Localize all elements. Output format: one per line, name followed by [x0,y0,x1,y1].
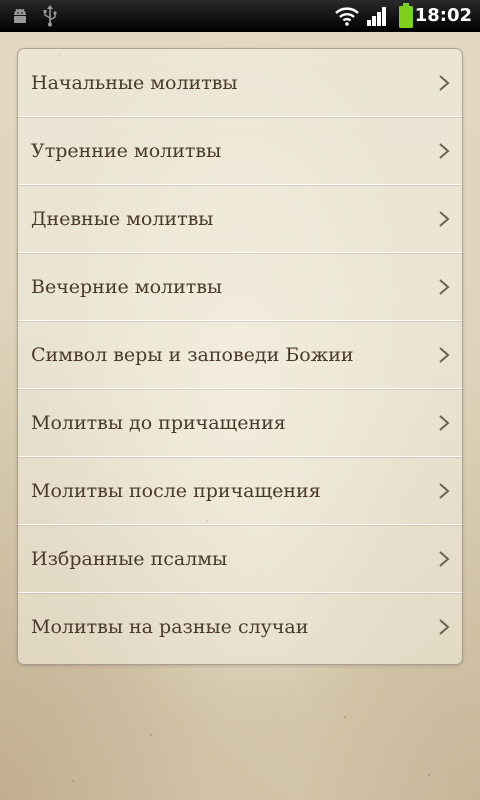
menu-item-label: Начальные молитвы [31,71,238,94]
menu-item-day-prayers[interactable]: Дневные молитвы [18,185,462,253]
menu-item-initial-prayers[interactable]: Начальные молитвы [18,49,462,117]
menu-item-various-occasions[interactable]: Молитвы на разные случаи [18,593,462,660]
menu-item-evening-prayers[interactable]: Вечерние молитвы [18,253,462,321]
chevron-right-icon [439,482,450,499]
prayer-menu-list: Начальные молитвы Утренние молитвы Дневн… [17,48,463,665]
paper-speck [72,780,74,782]
chevron-right-icon [439,74,450,91]
paper-speck [344,716,346,718]
menu-item-label: Молитвы до причащения [31,411,286,434]
chevron-right-icon [439,414,450,431]
menu-item-morning-prayers[interactable]: Утренние молитвы [18,117,462,185]
menu-item-after-communion[interactable]: Молитвы после причащения [18,457,462,525]
chevron-right-icon [439,210,450,227]
menu-item-label: Молитвы после причащения [31,479,321,502]
status-clock: 18:02 [414,5,472,26]
wifi-icon [335,7,359,26]
menu-item-creed-commandments[interactable]: Символ веры и заповеди Божии [18,321,462,389]
battery-icon [399,3,413,28]
usb-icon [43,5,57,27]
menu-item-label: Дневные молитвы [31,207,214,230]
menu-item-label: Вечерние молитвы [31,275,223,298]
chevron-right-icon [439,142,450,159]
chevron-right-icon [439,346,450,363]
menu-item-before-communion[interactable]: Молитвы до причащения [18,389,462,457]
android-debug-icon [14,8,26,23]
chevron-right-icon [439,278,450,295]
menu-item-label: Утренние молитвы [31,139,222,162]
paper-speck [150,734,152,736]
paper-speck [428,774,430,776]
menu-item-label: Символ веры и заповеди Божии [31,343,354,366]
menu-item-label: Избранные псалмы [31,547,228,570]
chevron-right-icon [439,618,450,635]
menu-item-label: Молитвы на разные случаи [31,615,309,638]
signal-icon [367,7,386,26]
chevron-right-icon [439,550,450,567]
menu-item-selected-psalms[interactable]: Избранные псалмы [18,525,462,593]
status-bar: 18:02 [0,0,480,32]
